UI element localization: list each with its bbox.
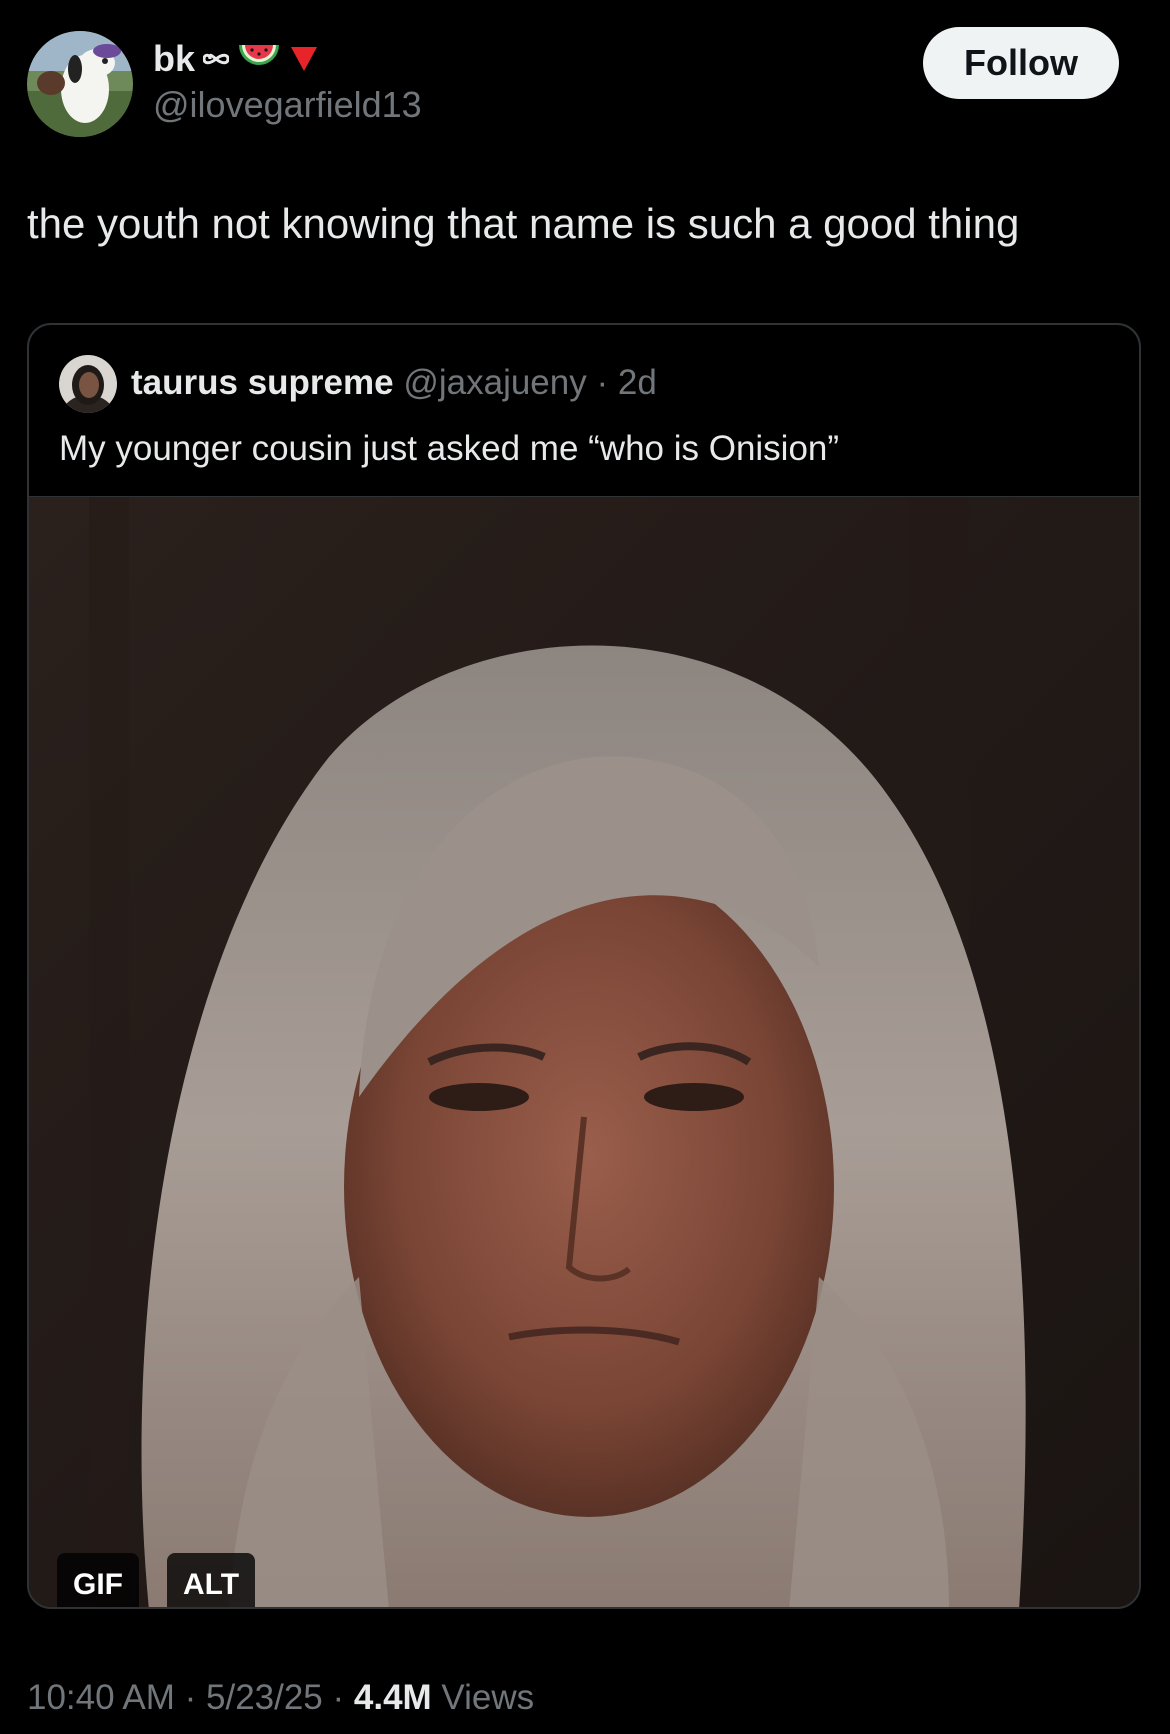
- tweet-text: the youth not knowing that name is such …: [27, 200, 1020, 247]
- views-label: Views: [431, 1678, 535, 1717]
- author-avatar[interactable]: [27, 31, 133, 137]
- profile-photo-icon: [59, 355, 117, 413]
- quoted-author-handle[interactable]: @jaxajueny: [403, 363, 586, 402]
- watermelon-icon: [239, 45, 280, 65]
- author-handle[interactable]: @ilovegarfield13: [153, 84, 422, 126]
- tweet-time[interactable]: 10:40 AM: [27, 1678, 175, 1717]
- quoted-tweet-card[interactable]: taurus supreme @jaxajueny · 2d My younge…: [27, 323, 1141, 1609]
- meta-separator: ·: [596, 363, 609, 402]
- snoopy-avatar-icon: [27, 31, 133, 137]
- quoted-author-name[interactable]: taurus supreme: [131, 363, 394, 402]
- gif-frame-image: [29, 497, 1139, 1607]
- tweet-date[interactable]: 5/23/25: [206, 1678, 323, 1717]
- quoted-gif-media[interactable]: GIF ALT: [29, 496, 1139, 1607]
- quoted-timestamp[interactable]: 2d: [618, 363, 657, 402]
- follow-button[interactable]: Follow: [923, 27, 1119, 99]
- alt-badge[interactable]: ALT: [167, 1553, 256, 1607]
- tweet-meta-footer: 10:40 AM · 5/23/25 · 4.4M Views: [27, 1678, 534, 1718]
- gif-badge[interactable]: GIF: [57, 1553, 139, 1607]
- meta-separator: ·: [174, 1678, 206, 1717]
- meta-separator: ·: [322, 1678, 354, 1717]
- author-name-text: bk: [153, 38, 196, 79]
- quoted-tweet-text: My younger cousin just asked me “who is …: [59, 429, 840, 468]
- infinity-icon: [203, 53, 230, 65]
- quoted-author-meta: taurus supreme @jaxajueny · 2d: [131, 363, 657, 403]
- quoted-author-avatar[interactable]: [59, 355, 117, 413]
- author-display-name[interactable]: bk: [153, 38, 319, 80]
- views-count[interactable]: 4.4M: [354, 1678, 432, 1717]
- red-triangle-icon: [291, 47, 318, 71]
